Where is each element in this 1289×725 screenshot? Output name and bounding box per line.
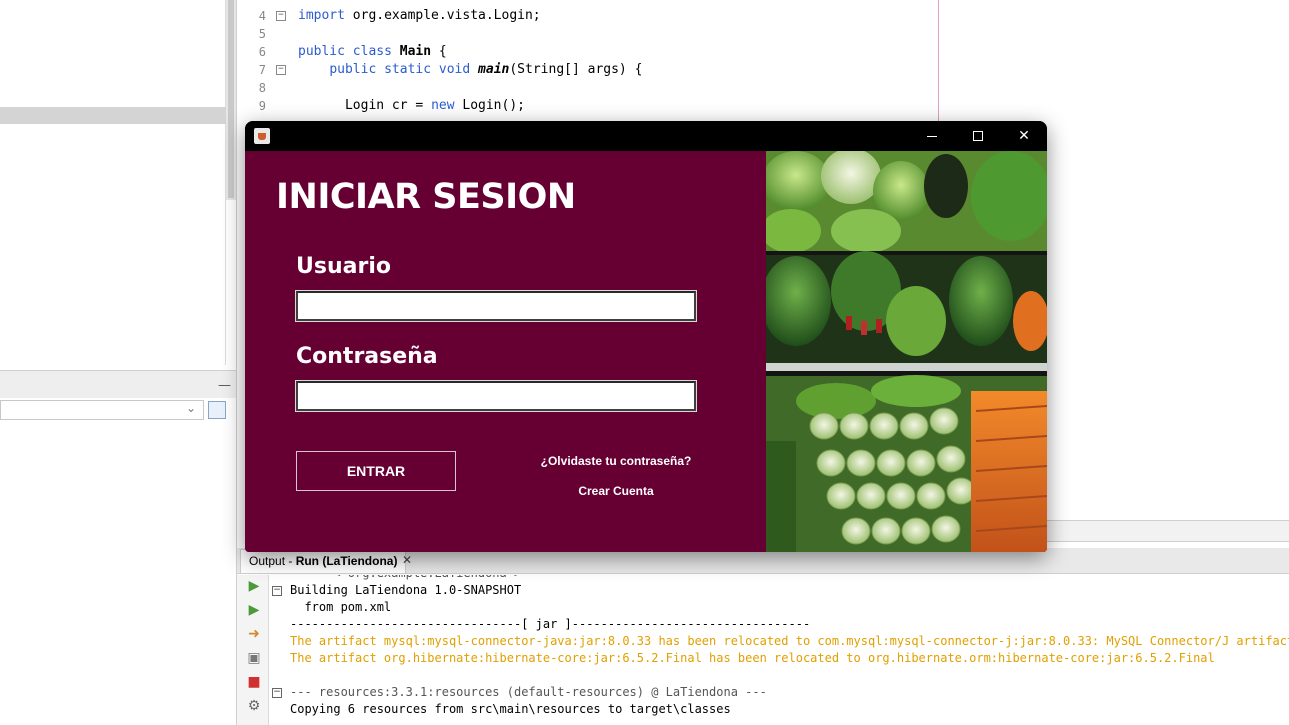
output-line: --------------------------------[ jar ]-… — [290, 617, 811, 631]
rerun-icon[interactable]: ▶ — [246, 578, 262, 594]
code-token: { — [431, 44, 447, 59]
username-field[interactable] — [295, 290, 697, 322]
close-window-button[interactable]: ✕ — [1001, 121, 1047, 151]
output-line: from pom.xml — [290, 600, 392, 614]
close-icon[interactable]: ✕ — [402, 553, 412, 567]
code-token: class — [352, 44, 392, 59]
fold-toggle-icon[interactable]: − — [276, 11, 286, 21]
output-line: Building LaTiendona 1.0-SNAPSHOT — [290, 583, 522, 597]
line-number: 8 — [258, 81, 266, 95]
create-account-link[interactable]: Crear Cuenta — [535, 484, 697, 498]
code-text: public class Main { — [298, 43, 447, 61]
rerun-with-params-icon[interactable]: ▶ — [246, 602, 262, 618]
forgot-password-link[interactable]: ¿Olvidaste tu contraseña? — [535, 454, 697, 468]
code-token: public — [329, 62, 377, 77]
editor-right-margin — [938, 0, 939, 122]
password-field[interactable] — [295, 380, 697, 412]
code-line[interactable]: 9 Login cr = new Login(); — [240, 97, 938, 115]
code-line[interactable]: 7− public static void main(String[] args… — [240, 61, 938, 79]
line-number: 4 — [258, 9, 266, 23]
tab-output-prefix: Output - — [249, 554, 296, 568]
code-text: public static void main(String[] args) { — [298, 61, 642, 79]
login-button[interactable]: ENTRAR — [296, 451, 456, 491]
java-icon — [254, 128, 270, 144]
code-token: org.example.vista.Login; — [344, 8, 541, 23]
fold-toggle-icon[interactable]: − — [272, 688, 282, 698]
code-line[interactable]: 6 public class Main { — [240, 43, 938, 61]
login-form-panel: INICIAR SESION Usuario Contraseña ENTRAR… — [245, 151, 766, 552]
stop-icon-disabled[interactable]: ▣ — [246, 650, 262, 666]
output-line: --- resources:3.3.1:resources (default-r… — [290, 685, 767, 699]
settings-icon[interactable]: ⚙ — [246, 698, 262, 714]
page-title: INICIAR SESION — [276, 177, 576, 217]
code-text: import org.example.vista.Login; — [298, 7, 541, 25]
code-token: public — [298, 44, 345, 59]
fold-toggle-icon[interactable]: − — [276, 65, 286, 75]
code-token: import — [298, 8, 345, 23]
code-token: main — [478, 62, 510, 77]
line-number: 9 — [258, 99, 266, 113]
login-window: ✕ INICIAR SESION Usuario Contraseña ENTR… — [245, 121, 1047, 552]
code-line[interactable]: 8 — [240, 79, 938, 97]
maximize-icon — [973, 131, 983, 141]
navigator-options-icon[interactable] — [208, 401, 226, 419]
navigator-panel — [0, 422, 236, 725]
output-line: The artifact mysql:mysql-connector-java:… — [290, 634, 1289, 648]
code-text: Login cr = new Login(); — [298, 97, 525, 115]
stop-icon[interactable]: ■ — [246, 674, 262, 690]
editor-horizontal-scrollbar[interactable] — [1046, 520, 1289, 542]
code-line[interactable]: 4− import org.example.vista.Login; — [240, 7, 938, 25]
code-token: (String[] args) { — [509, 62, 643, 77]
window-titlebar[interactable]: ✕ — [245, 121, 1047, 151]
output-line: Copying 6 resources from src\main\resour… — [290, 702, 731, 716]
line-number: 6 — [258, 45, 266, 59]
projects-selected-row[interactable] — [0, 107, 226, 124]
projects-panel — [0, 0, 226, 365]
minimize-button[interactable] — [909, 121, 955, 151]
fold-toggle-icon[interactable]: − — [272, 586, 282, 596]
vegetables-image — [766, 151, 1047, 552]
tab-output-run[interactable]: Output - Run (LaTiendona) — [240, 549, 407, 573]
chevron-down-icon[interactable]: ⌄ — [186, 401, 196, 415]
code-token: static — [384, 62, 432, 77]
navigator-combo[interactable] — [0, 400, 204, 420]
line-number: 5 — [258, 27, 266, 41]
code-line[interactable]: 5 — [240, 25, 938, 43]
minimize-icon — [927, 136, 937, 137]
tab-output-title: Run (LaTiendona) — [295, 554, 398, 568]
code-token: new — [431, 98, 455, 113]
code-token: Login cr = — [298, 98, 432, 113]
username-label: Usuario — [296, 254, 391, 279]
arrow-right-icon[interactable]: ➜ — [246, 626, 262, 642]
navigator-minimize-button[interactable]: — — [218, 378, 231, 393]
projects-scrollbar-thumb[interactable] — [228, 0, 234, 198]
code-token: Main — [399, 44, 432, 59]
code-token: void — [438, 62, 471, 77]
vegetables-photo — [766, 151, 1047, 552]
output-line: The artifact org.hibernate:hibernate-cor… — [290, 651, 1215, 665]
maximize-button[interactable] — [955, 121, 1001, 151]
close-icon: ✕ — [1018, 128, 1030, 144]
password-label: Contraseña — [296, 344, 438, 369]
line-number: 7 — [258, 63, 266, 77]
code-token: Login(); — [454, 98, 525, 113]
navigator-panel-header — [0, 370, 236, 398]
